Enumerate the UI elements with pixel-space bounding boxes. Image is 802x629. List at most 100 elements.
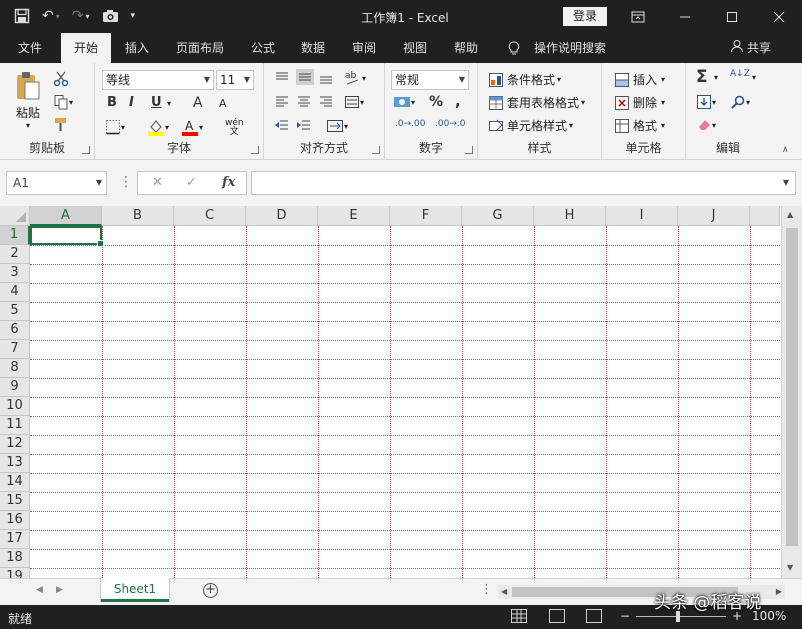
bold-button[interactable]: B: [107, 95, 117, 110]
zoom-out-button[interactable]: −: [620, 609, 630, 623]
select-all-button[interactable]: [0, 206, 30, 226]
expand-formula-bar-icon[interactable]: ▼: [783, 178, 789, 187]
customize-qat-icon[interactable]: ▾: [131, 7, 136, 25]
redo-icon[interactable]: ↷ ▾: [72, 7, 90, 25]
column-header-e[interactable]: E: [318, 206, 390, 226]
tab-review[interactable]: 审阅: [343, 33, 385, 63]
row-header-10[interactable]: 10: [0, 397, 30, 416]
align-middle-icon[interactable]: [296, 69, 314, 85]
cell-styles-button[interactable]: 单元格样式 ▾: [488, 117, 573, 134]
tab-view[interactable]: 视图: [394, 33, 436, 63]
grow-font-button[interactable]: A: [193, 95, 203, 111]
row-header-13[interactable]: 13: [0, 454, 30, 473]
row-header-4[interactable]: 4: [0, 283, 30, 302]
alignment-launcher-icon[interactable]: [372, 146, 380, 154]
zoom-slider[interactable]: [636, 616, 726, 617]
normal-view-icon[interactable]: [511, 609, 527, 623]
more-options-icon[interactable]: ⋮: [119, 174, 133, 190]
autosum-button[interactable]: Σ: [696, 67, 708, 87]
scroll-up-icon[interactable]: ▲: [787, 210, 793, 219]
clipboard-launcher-icon[interactable]: [82, 146, 90, 154]
row-header-16[interactable]: 16: [0, 511, 30, 530]
align-bottom-icon[interactable]: [318, 71, 334, 85]
row-header-7[interactable]: 7: [0, 340, 30, 359]
format-as-table-button[interactable]: 套用表格格式 ▾: [488, 94, 585, 111]
column-header-j[interactable]: J: [678, 206, 750, 226]
decrease-decimal-button[interactable]: .00→.0: [435, 119, 465, 129]
undo-icon[interactable]: ↶ ▾: [42, 7, 60, 25]
copy-icon[interactable]: ▾: [53, 94, 73, 110]
row-header-5[interactable]: 5: [0, 302, 30, 321]
tab-help[interactable]: 帮助: [445, 33, 487, 63]
increase-indent-icon[interactable]: [296, 119, 312, 133]
add-sheet-button[interactable]: +: [203, 583, 218, 598]
row-header-12[interactable]: 12: [0, 435, 30, 454]
share-button[interactable]: 共享: [730, 33, 771, 63]
column-header-h[interactable]: H: [534, 206, 606, 226]
prev-sheet-icon[interactable]: ◀: [36, 585, 43, 595]
comma-button[interactable]: ,: [455, 92, 461, 110]
page-layout-view-icon[interactable]: [549, 609, 565, 623]
increase-decimal-button[interactable]: .0→.00: [395, 119, 425, 129]
tab-split-icon[interactable]: ⋮: [480, 582, 493, 597]
insert-function-icon[interactable]: fx: [222, 175, 235, 190]
align-left-icon[interactable]: [274, 95, 290, 109]
maximize-icon[interactable]: [709, 0, 755, 33]
login-button[interactable]: 登录: [563, 7, 607, 26]
number-format-select[interactable]: 常规 ▼: [391, 70, 469, 90]
worksheet-grid[interactable]: ABCDEFGHIJ 1 2 3 4 5 6 7 8 9 10 11 12 13 14 15 16 17 18 19…: [0, 206, 802, 578]
vertical-scroll-thumb[interactable]: [786, 228, 798, 546]
borders-icon[interactable]: ▾: [105, 119, 125, 135]
fill-color-icon[interactable]: ▾: [147, 118, 169, 136]
align-top-icon[interactable]: [274, 71, 290, 85]
collapse-ribbon-icon[interactable]: ∧: [782, 145, 789, 155]
ribbon-display-options-icon[interactable]: [615, 0, 661, 33]
font-color-icon[interactable]: A ▾: [181, 118, 203, 136]
tab-data[interactable]: 数据: [292, 33, 334, 63]
column-header-i[interactable]: I: [606, 206, 678, 226]
row-header-17[interactable]: 17: [0, 530, 30, 549]
row-header-6[interactable]: 6: [0, 321, 30, 340]
page-break-view-icon[interactable]: [586, 609, 602, 623]
find-select-icon[interactable]: ▾: [730, 94, 750, 110]
decrease-indent-icon[interactable]: [274, 119, 290, 133]
italic-button[interactable]: I: [129, 95, 134, 110]
scroll-down-icon[interactable]: ▼: [787, 563, 793, 572]
autosum-dropdown-icon[interactable]: ▾: [714, 73, 718, 82]
row-header-18[interactable]: 18: [0, 549, 30, 568]
cut-icon[interactable]: [53, 71, 69, 87]
minimize-icon[interactable]: [662, 0, 708, 33]
formula-input[interactable]: ▼: [251, 171, 796, 195]
scroll-left-icon[interactable]: ◀: [501, 587, 507, 596]
column-header-d[interactable]: D: [246, 206, 318, 226]
row-header-14[interactable]: 14: [0, 473, 30, 492]
paste-button[interactable]: 粘贴 ▾: [14, 71, 42, 130]
accounting-format-icon[interactable]: ▾: [393, 95, 415, 109]
conditional-formatting-button[interactable]: 条件格式 ▾: [488, 71, 561, 88]
tab-home[interactable]: 开始: [61, 33, 111, 63]
format-cells-button[interactable]: 格式 ▾: [614, 117, 665, 134]
tab-insert[interactable]: 插入: [116, 33, 158, 63]
row-header-19[interactable]: 19: [0, 568, 30, 578]
wrap-text-icon[interactable]: ▾: [344, 95, 364, 109]
underline-button[interactable]: U: [151, 95, 162, 110]
column-header-a[interactable]: A: [30, 206, 102, 226]
tell-me-search[interactable]: 操作说明搜索: [528, 33, 612, 63]
close-icon[interactable]: [756, 0, 802, 33]
column-header-b[interactable]: B: [102, 206, 174, 226]
phonetic-guide-button[interactable]: wén 文: [225, 119, 244, 137]
sheet-tab-sheet1[interactable]: Sheet1: [101, 578, 169, 602]
delete-cells-button[interactable]: 删除 ▾: [614, 94, 665, 111]
sort-filter-button[interactable]: A↓Z: [730, 69, 750, 79]
vertical-scrollbar[interactable]: ▲ ▼: [781, 206, 802, 578]
sort-filter-dropdown-icon[interactable]: ▾: [752, 73, 756, 82]
shrink-font-button[interactable]: A: [219, 97, 227, 110]
format-painter-icon[interactable]: [53, 117, 69, 133]
font-launcher-icon[interactable]: [251, 146, 259, 154]
percent-button[interactable]: %: [429, 94, 443, 110]
tab-formulas[interactable]: 公式: [242, 33, 284, 63]
row-header-2[interactable]: 2: [0, 245, 30, 264]
align-center-icon[interactable]: [296, 95, 312, 109]
merge-center-icon[interactable]: ▾: [326, 118, 348, 134]
column-header-f[interactable]: F: [390, 206, 462, 226]
